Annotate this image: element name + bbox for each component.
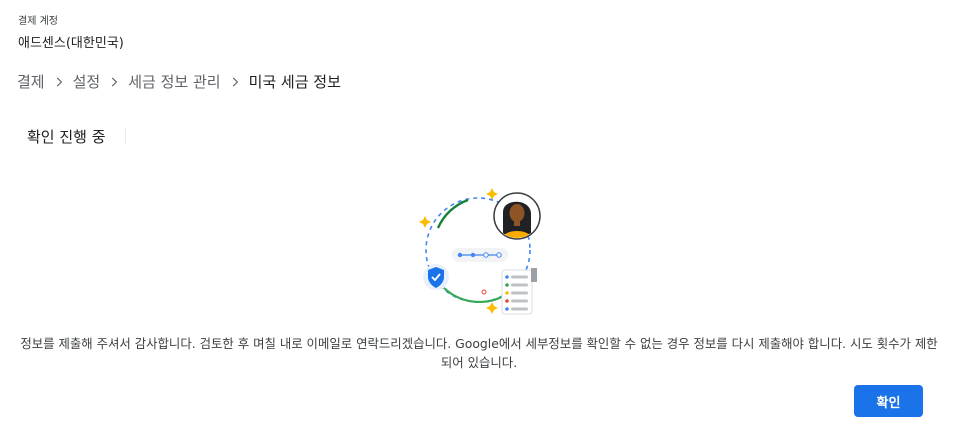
breadcrumb-item-tax-info[interactable]: 세금 정보 관리: [128, 71, 220, 92]
chevron-right-icon: [103, 75, 125, 89]
account-type-label: 결제 계정: [18, 16, 58, 27]
breadcrumb-item-us-tax-info: 미국 세금 정보: [248, 73, 341, 91]
chevron-right-icon: [224, 75, 246, 89]
breadcrumb-item-billing[interactable]: 결제: [17, 71, 45, 92]
chevron-right-icon: [48, 75, 70, 89]
progress-dots: [452, 248, 508, 262]
breadcrumb-item-settings[interactable]: 설정: [73, 71, 101, 92]
submission-message: 정보를 제출해 주셔서 감사합니다. 검토한 후 며칠 내로 이메일로 연락드리…: [20, 336, 938, 370]
section-divider: [125, 128, 126, 144]
account-name: 애드센스(대한민국): [18, 36, 124, 51]
confirm-button[interactable]: 확인: [854, 385, 923, 417]
document-list: [501, 268, 537, 315]
verification-illustration: [419, 188, 541, 315]
person-avatar: [493, 192, 541, 240]
shield-check-icon: [423, 264, 449, 290]
section-title: 확인 진행 중: [27, 128, 106, 146]
breadcrumb: 결제 설정 세금 정보 관리 미국 세금 정보: [17, 71, 341, 92]
tax-verification-page: 결제 계정 애드센스(대한민국) 결제 설정 세금 정보 관리 미국 세금 정보…: [0, 0, 958, 441]
